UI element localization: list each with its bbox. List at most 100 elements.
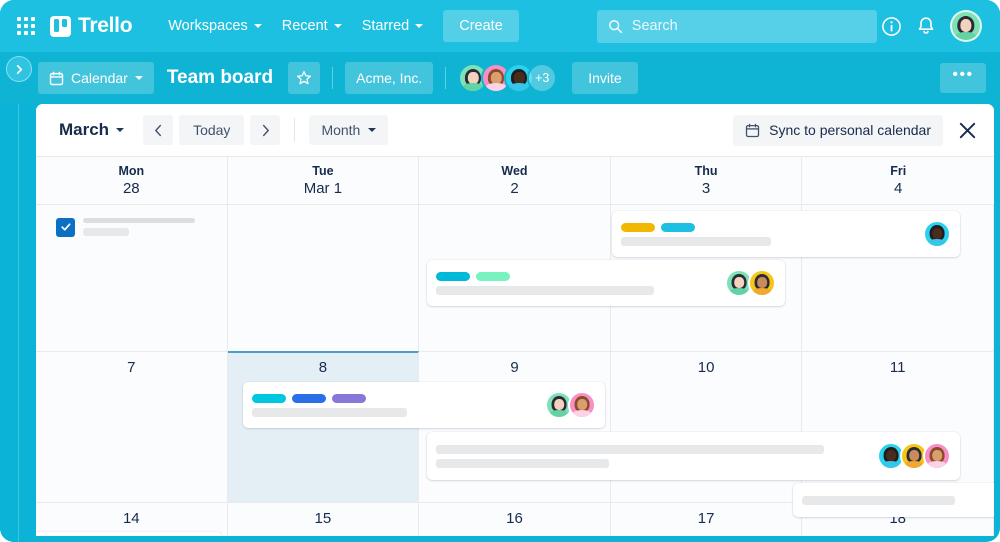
- label-cyan: [436, 272, 470, 281]
- nav-item-starred[interactable]: Starred: [352, 11, 434, 41]
- next-period-button[interactable]: [250, 115, 280, 145]
- calendar-grid: Mon 28 Tue Mar 1 Wed 2 Thu 3 Fri 4: [36, 156, 994, 536]
- trello-calendar-screenshot: Trello Workspaces Recent Starred Create …: [0, 0, 1000, 542]
- event-card-thu3-fri4-span[interactable]: [612, 211, 960, 257]
- nav-item-recent-label: Recent: [282, 18, 328, 34]
- nav-item-starred-label: Starred: [362, 18, 410, 34]
- search-input[interactable]: Search: [597, 10, 877, 43]
- label-blue: [292, 394, 326, 403]
- event-content: [802, 496, 994, 505]
- day-number-label: 4: [894, 180, 902, 197]
- day-cell-mar17[interactable]: 17: [611, 503, 803, 536]
- event-content: [621, 223, 915, 246]
- event-avatar-pink[interactable]: [568, 391, 596, 419]
- info-circle-icon[interactable]: [881, 16, 902, 37]
- sync-label: Sync to personal calendar: [769, 122, 931, 138]
- close-calendar-button[interactable]: [957, 120, 980, 141]
- event-card-mon14-span[interactable]: [36, 532, 222, 536]
- event-avatar-cyan[interactable]: [923, 220, 951, 248]
- calendar-icon: [49, 71, 64, 86]
- avatar-face: [925, 444, 949, 468]
- chevron-right-icon: [261, 124, 270, 137]
- star-board-button[interactable]: [288, 62, 320, 94]
- nav-item-workspaces[interactable]: Workspaces: [158, 11, 272, 41]
- app-window: Trello Workspaces Recent Starred Create …: [0, 0, 1000, 542]
- nav-item-workspaces-label: Workspaces: [168, 18, 248, 34]
- account-avatar[interactable]: [950, 10, 982, 42]
- chevron-left-icon: [154, 124, 163, 137]
- day-cell-mar7[interactable]: 7: [36, 352, 228, 502]
- divider: [445, 67, 446, 89]
- day-header-tue: Tue Mar 1: [228, 157, 420, 204]
- chevron-down-icon: [116, 128, 124, 132]
- day-number-label: 28: [123, 180, 140, 197]
- avatar-face: [750, 271, 774, 295]
- checkbox-checked[interactable]: [56, 218, 75, 237]
- day-number: 11: [802, 352, 993, 376]
- day-cell-mar1[interactable]: [228, 205, 420, 351]
- event-content: [436, 272, 717, 295]
- event-card-mon28-checklist[interactable]: [52, 209, 220, 245]
- day-header-mon: Mon 28: [36, 157, 228, 204]
- trello-logo[interactable]: Trello: [50, 14, 132, 38]
- chevron-down-icon: [254, 24, 262, 28]
- day-header-fri: Fri 4: [802, 157, 994, 204]
- day-number: 7: [36, 352, 227, 376]
- create-button[interactable]: Create: [443, 10, 519, 42]
- event-content: [436, 445, 869, 468]
- day-number: 15: [228, 503, 419, 527]
- board-title: Team board: [163, 67, 279, 89]
- sidebar-expand-button[interactable]: [6, 56, 32, 82]
- calendar-day-headers: Mon 28 Tue Mar 1 Wed 2 Thu 3 Fri 4: [36, 157, 994, 205]
- event-card-wed9-fri11-span[interactable]: [427, 432, 960, 480]
- event-avatar-yellow[interactable]: [748, 269, 776, 297]
- event-content: [252, 394, 537, 417]
- grid-apps-icon[interactable]: [14, 14, 38, 38]
- chevron-down-icon: [334, 24, 342, 28]
- board-members: +3: [458, 63, 557, 93]
- today-button[interactable]: Today: [179, 115, 244, 145]
- chevron-down-icon: [368, 128, 376, 132]
- workspace-button[interactable]: Acme, Inc.: [345, 62, 433, 94]
- previous-period-button[interactable]: [143, 115, 173, 145]
- calendar-view-selector[interactable]: Month: [309, 115, 388, 145]
- event-avatar-pink[interactable]: [923, 442, 951, 470]
- day-header-wed: Wed 2: [419, 157, 611, 204]
- day-of-week-label: Wed: [501, 164, 527, 178]
- bell-icon[interactable]: [916, 16, 936, 37]
- event-card-wed2-thu3-span[interactable]: [427, 260, 785, 306]
- invite-button[interactable]: Invite: [572, 62, 637, 94]
- top-navigation-bar: Trello Workspaces Recent Starred Create …: [0, 0, 1000, 52]
- search-icon: [608, 19, 623, 34]
- event-meta-placeholder: [436, 459, 609, 468]
- calendar-week-row-2: 7 8 9 10 11: [36, 352, 994, 503]
- event-card-fri11-partial[interactable]: [793, 483, 994, 517]
- chevron-down-icon: [415, 24, 423, 28]
- star-icon: [296, 70, 312, 86]
- event-title-placeholder: [436, 445, 824, 454]
- label-cyan: [661, 223, 695, 232]
- event-card-wed16-checklist[interactable]: [431, 531, 616, 536]
- day-of-week-label: Mon: [118, 164, 144, 178]
- chevron-right-icon: [14, 64, 25, 75]
- view-switcher-calendar[interactable]: Calendar: [38, 62, 154, 94]
- event-title-placeholder: [252, 408, 407, 417]
- day-cell-mar15[interactable]: 15: [228, 503, 420, 536]
- calendar-icon: [745, 123, 760, 138]
- avatar-face: [570, 393, 594, 417]
- day-number: 9: [419, 352, 610, 376]
- event-labels: [621, 223, 915, 232]
- divider: [332, 67, 333, 89]
- event-members: [877, 442, 951, 470]
- month-selector[interactable]: March: [52, 115, 131, 145]
- left-sidebar-collapsed: [0, 52, 36, 542]
- event-members: [725, 269, 776, 297]
- sync-personal-calendar-button[interactable]: Sync to personal calendar: [733, 115, 943, 146]
- event-card-tue8-wed9-span[interactable]: [243, 382, 605, 428]
- nav-item-recent[interactable]: Recent: [272, 11, 352, 41]
- day-number: 14: [36, 503, 227, 527]
- event-title-placeholder: [436, 286, 654, 295]
- board-menu-button[interactable]: •••: [940, 63, 986, 93]
- members-overflow-badge[interactable]: +3: [527, 63, 557, 93]
- label-green: [476, 272, 510, 281]
